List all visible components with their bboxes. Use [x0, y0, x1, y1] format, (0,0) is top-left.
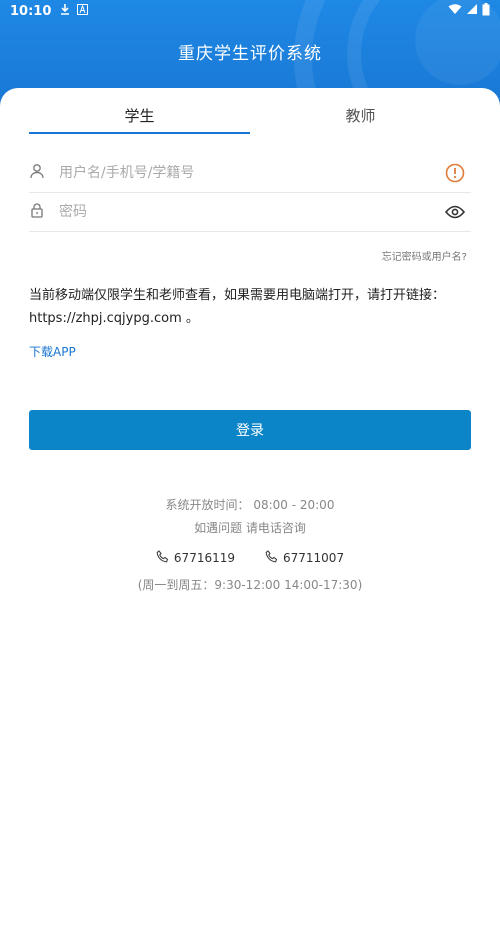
- phone-number: 67716119: [173, 551, 235, 565]
- forgot-link[interactable]: 忘记密码或用户名?: [382, 248, 467, 263]
- tab-indicator: [29, 132, 250, 134]
- battery-icon: [482, 2, 490, 20]
- info-section: 系统开放时间： 08:00 - 20:00 如遇问题 请电话咨询 6771611…: [0, 496, 500, 593]
- login-card: 学生 教师 忘记密码或用户名? 当前移动端仅限学生和老师查看，如果需要用电脑端打…: [0, 88, 500, 940]
- status-bar: 10:10: [0, 0, 500, 22]
- tab-student[interactable]: 学生: [29, 88, 250, 136]
- a-icon: [77, 3, 89, 19]
- phone-icon: [265, 550, 278, 566]
- contact-text: 如遇问题 请电话咨询: [194, 521, 306, 535]
- password-field: [29, 193, 471, 232]
- tab-teacher[interactable]: 教师: [250, 88, 471, 136]
- user-icon: [29, 163, 45, 183]
- open-time: 系统开放时间： 08:00 - 20:00: [165, 498, 335, 512]
- notice-text: 当前移动端仅限学生和老师查看，如果需要用电脑端打开，请打开链接：https://…: [29, 288, 446, 326]
- app-title: 重庆学生评价系统: [178, 44, 322, 64]
- phone-icon: [156, 550, 169, 566]
- username-field: [29, 154, 471, 193]
- lock-icon: [29, 202, 45, 222]
- username-input[interactable]: [57, 164, 445, 182]
- wifi-icon: [448, 3, 462, 19]
- download-icon: [59, 3, 71, 19]
- status-time: 10:10: [10, 3, 52, 19]
- login-button[interactable]: 登录: [29, 410, 471, 450]
- phone-item[interactable]: 67711007: [265, 550, 344, 566]
- warning-icon: [445, 163, 465, 183]
- role-tabs: 学生 教师: [29, 88, 471, 136]
- phone-item[interactable]: 67716119: [156, 550, 235, 566]
- download-app-link[interactable]: 下载APP: [29, 343, 76, 360]
- password-input[interactable]: [57, 203, 445, 221]
- service-hours: (周一到周五：9:30-12:00 14:00-17:30): [137, 578, 363, 592]
- signal-icon: [466, 3, 478, 19]
- eye-icon[interactable]: [445, 205, 465, 219]
- phone-number: 67711007: [283, 551, 345, 565]
- phone-list: 67716119 67711007: [0, 550, 500, 566]
